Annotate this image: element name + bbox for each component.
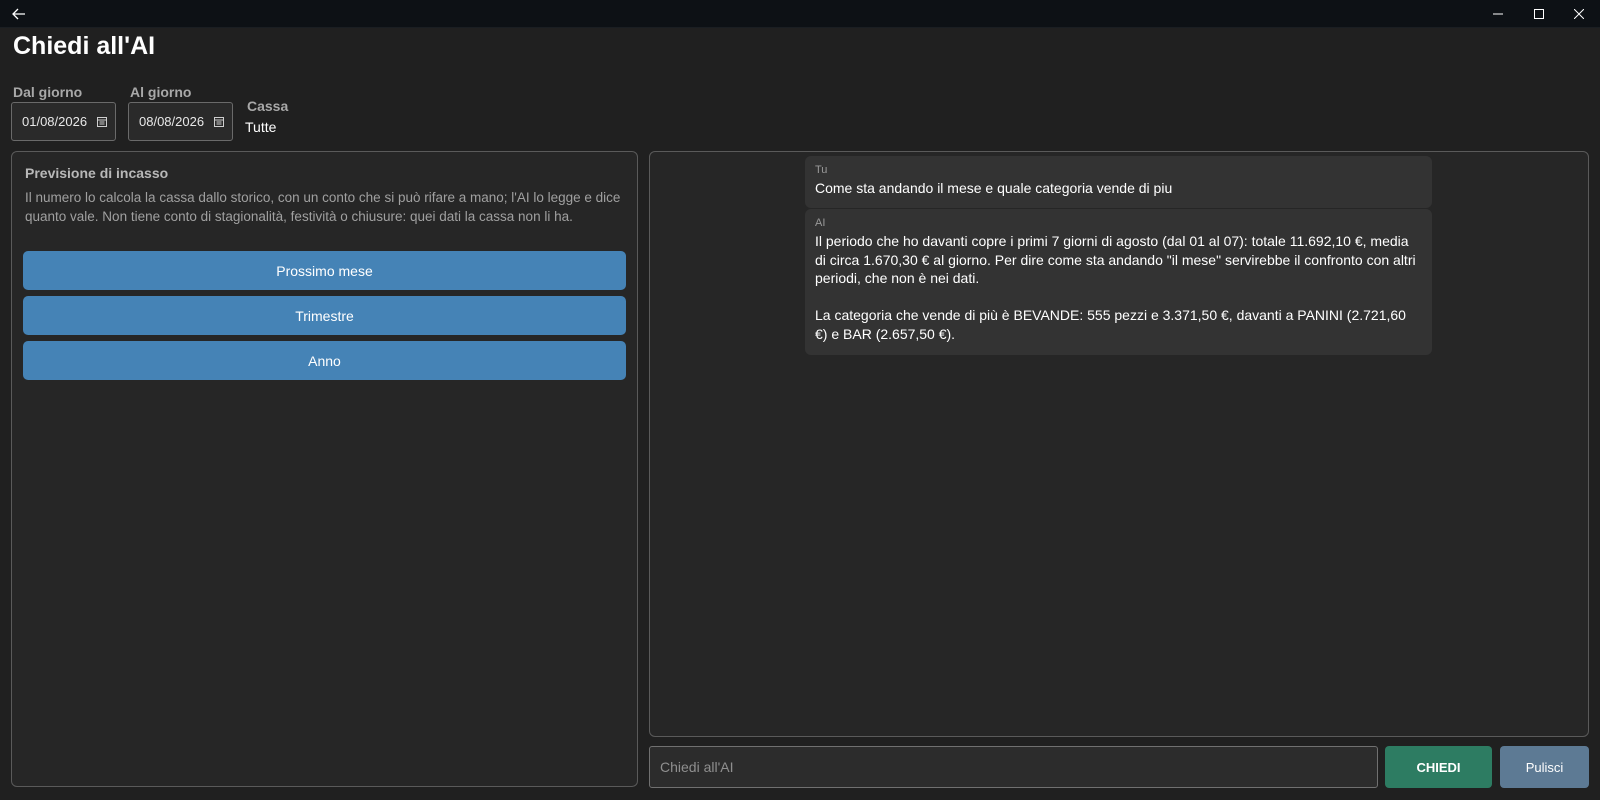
chat-panel: Tu Come sta andando il mese e quale cate…: [649, 151, 1589, 737]
forecast-description: Il numero lo calcola la cassa dallo stor…: [25, 190, 621, 224]
from-date-label: Dal giorno: [13, 84, 83, 100]
from-date-value: 01/08/2026: [22, 114, 88, 129]
calendar-icon: [214, 117, 224, 127]
title-bar: [0, 0, 1600, 28]
to-date-label: Al giorno: [130, 84, 192, 100]
message-sender: AI: [815, 217, 826, 229]
to-date-value: 08/08/2026: [139, 114, 205, 129]
maximize-icon: [1534, 9, 1544, 19]
page-title: Chiedi all'AI: [13, 32, 156, 60]
ask-button[interactable]: CHIEDI: [1385, 746, 1492, 788]
user-message: Tu Come sta andando il mese e quale cate…: [805, 156, 1432, 208]
message-sender: Tu: [815, 164, 828, 176]
message-text: Come sta andando il mese e quale categor…: [815, 180, 1173, 196]
ask-input[interactable]: [649, 746, 1378, 788]
clear-button[interactable]: Pulisci: [1500, 746, 1589, 788]
forecast-panel: Previsione di incasso Il numero lo calco…: [11, 151, 638, 787]
back-button[interactable]: [8, 4, 30, 24]
year-button[interactable]: Anno: [23, 341, 626, 380]
from-date-picker[interactable]: 01/08/2026: [11, 102, 116, 141]
quarter-button[interactable]: Trimestre: [23, 296, 626, 335]
close-icon: [1574, 9, 1584, 19]
maximize-button[interactable]: [1519, 0, 1559, 28]
forecast-heading: Previsione di incasso: [25, 165, 169, 181]
minimize-icon: [1493, 13, 1503, 15]
register-select[interactable]: Tutte: [245, 119, 276, 135]
ai-message: AI Il periodo che ho davanti copre i pri…: [805, 209, 1432, 355]
calendar-icon: [97, 117, 107, 127]
minimize-button[interactable]: [1478, 0, 1518, 28]
to-date-picker[interactable]: 08/08/2026: [128, 102, 233, 141]
arrow-left-icon: [12, 8, 25, 20]
close-button[interactable]: [1559, 0, 1599, 28]
register-label: Cassa: [247, 98, 289, 114]
next-month-button[interactable]: Prossimo mese: [23, 251, 626, 290]
message-text: Il periodo che ho davanti copre i primi …: [815, 233, 1416, 342]
